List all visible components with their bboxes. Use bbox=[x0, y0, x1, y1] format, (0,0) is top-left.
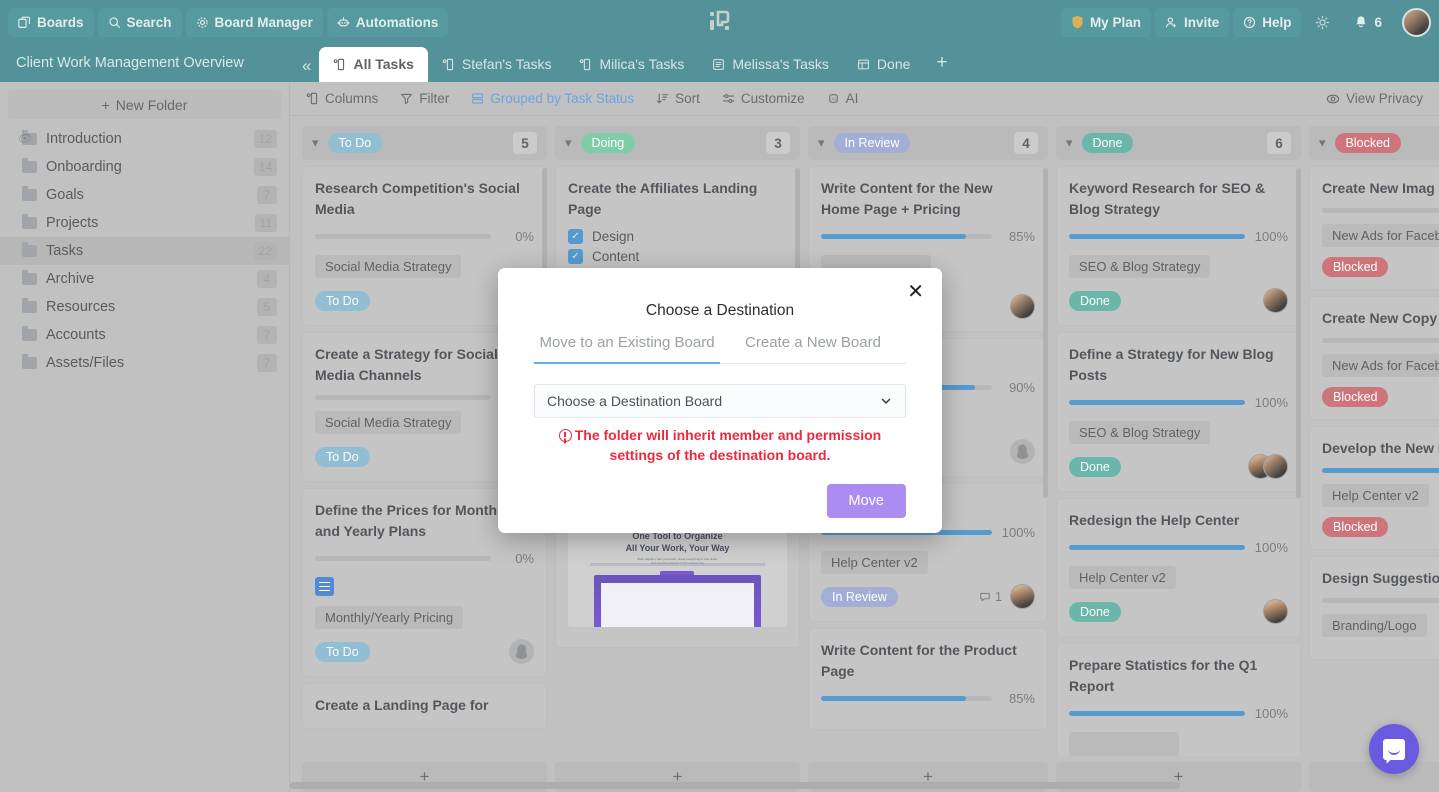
warning-text: The folder will inherit member and permi… bbox=[574, 427, 882, 464]
chat-widget-button[interactable] bbox=[1369, 724, 1419, 774]
close-icon[interactable]: ✕ bbox=[903, 278, 928, 306]
modal-tabs: Move to an Existing Board Create a New B… bbox=[534, 334, 906, 364]
modal-footer: Move bbox=[534, 483, 906, 518]
modal-title: Choose a Destination bbox=[645, 302, 795, 319]
destination-board-select[interactable]: Choose a Destination Board bbox=[534, 384, 906, 418]
choose-destination-modal: ✕ Choose a Destination Move to an Existi… bbox=[498, 268, 942, 533]
select-value: Choose a Destination Board bbox=[547, 393, 723, 409]
tab-move-to-existing-board[interactable]: Move to an Existing Board bbox=[534, 334, 720, 364]
permission-warning: The folder will inherit member and permi… bbox=[534, 425, 906, 466]
move-button[interactable]: Move bbox=[826, 483, 906, 518]
exclamation-circle-icon bbox=[558, 429, 572, 442]
chat-bubble-icon bbox=[1383, 738, 1405, 760]
app-root: Boards Search Board Manager Automations bbox=[0, 0, 1439, 792]
chevron-down-icon bbox=[879, 394, 893, 408]
tab-create-new-board[interactable]: Create a New Board bbox=[720, 334, 906, 364]
